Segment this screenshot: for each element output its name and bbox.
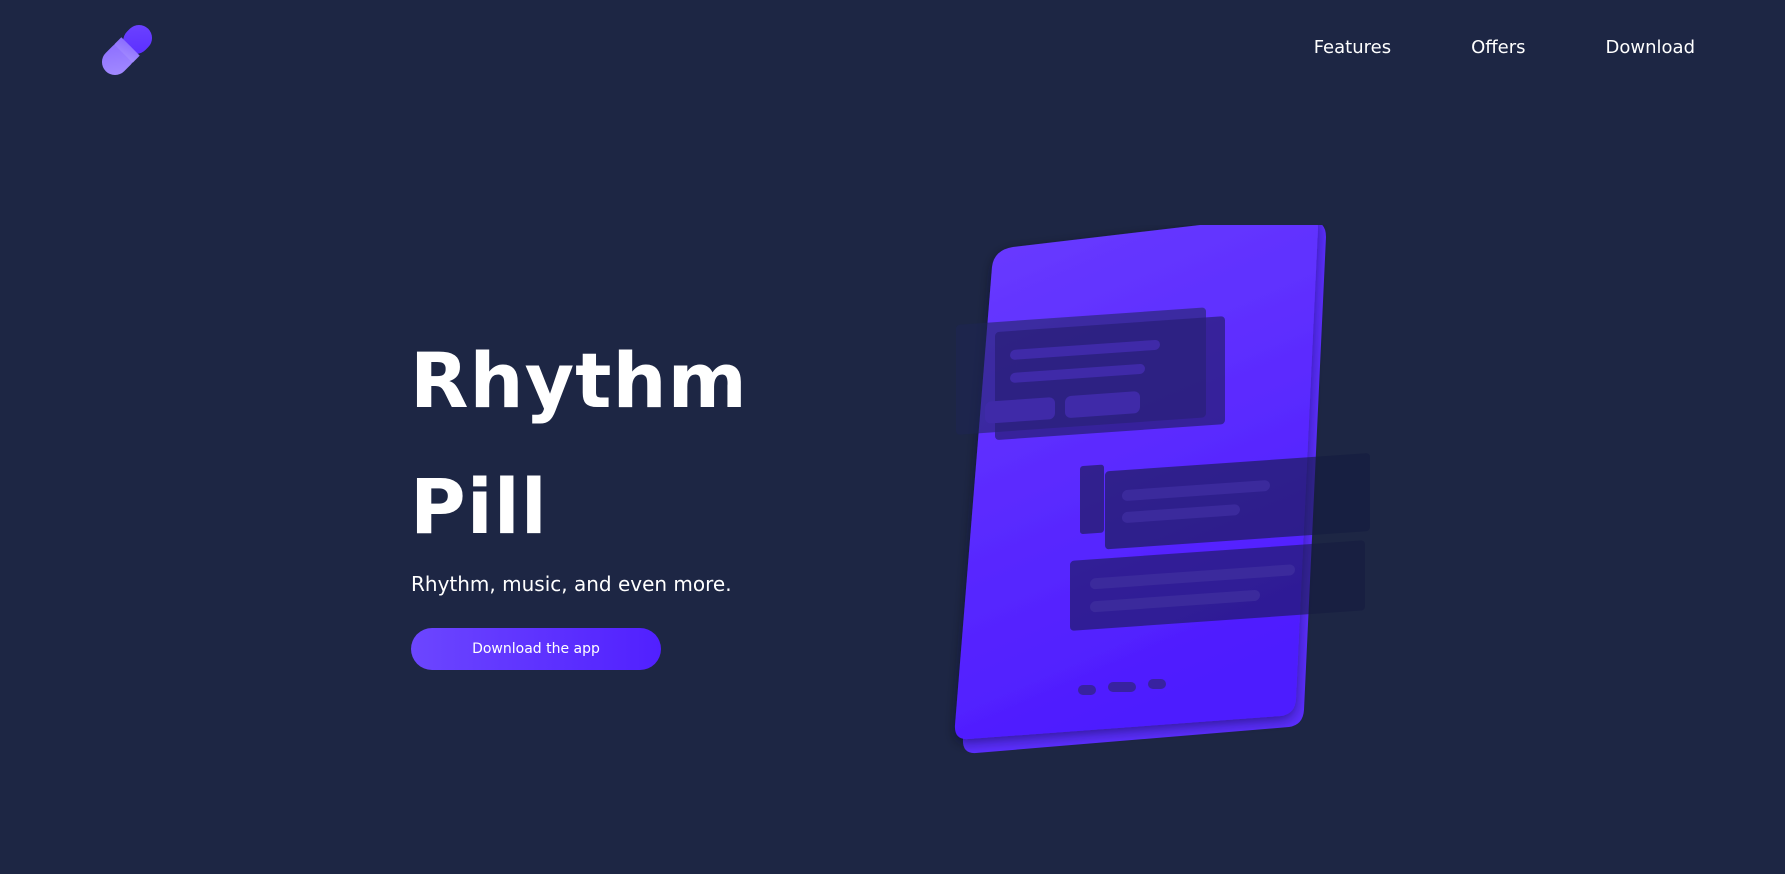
hero-subtitle: Rhythm, music, and even more. [411, 572, 732, 596]
main-nav: Features Offers Download [1314, 37, 1695, 58]
pill-logo-icon[interactable] [95, 18, 159, 82]
nav-download-link[interactable]: Download [1606, 37, 1695, 58]
download-app-button[interactable]: Download the app [411, 628, 661, 670]
top-floating-card [956, 307, 1225, 440]
nav-offers-link[interactable]: Offers [1471, 37, 1525, 58]
hero-title-line-2: Pill [410, 462, 548, 551]
hero-title: Rhythm Pill [410, 318, 748, 570]
phone-app-illustration-icon [954, 225, 1370, 754]
nav-features-link[interactable]: Features [1314, 37, 1391, 58]
hero-title-line-1: Rhythm [410, 336, 748, 425]
landing-page: Features Offers Download Rhythm Pill Rhy… [0, 0, 1785, 874]
